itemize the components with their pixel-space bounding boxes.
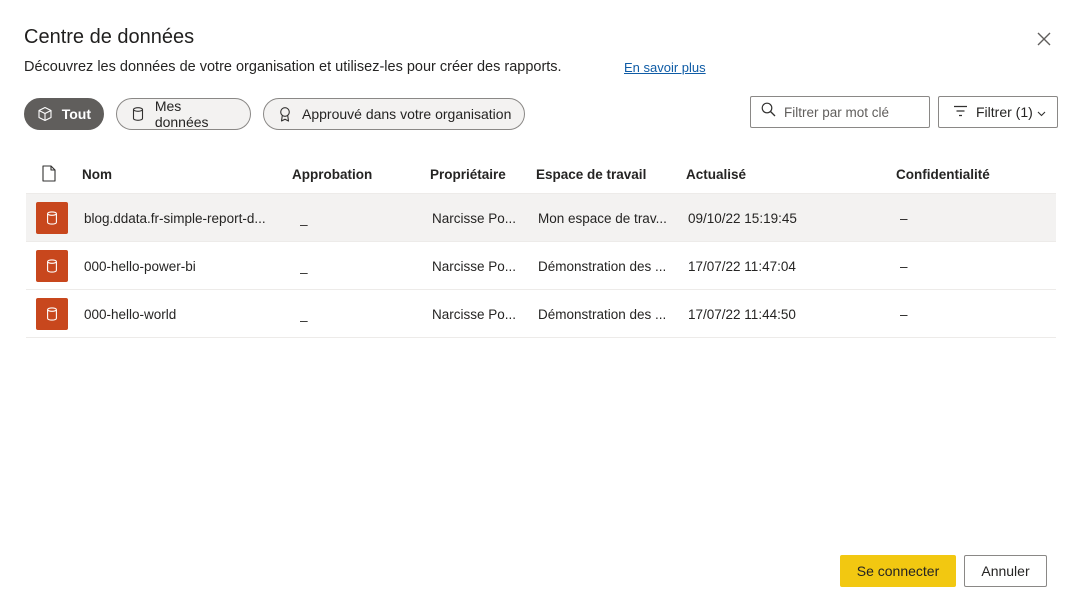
header-updated[interactable]: Actualisé: [686, 167, 746, 182]
row-name: 000-hello-power-bi: [84, 259, 196, 274]
filter-label: Filtrer (1): [976, 104, 1033, 120]
pill-my-data-label: Mes données: [154, 98, 209, 130]
filter-button[interactable]: Filtrer (1): [938, 96, 1058, 128]
row-name: blog.ddata.fr-simple-report-d...: [84, 211, 266, 226]
row-name: 000-hello-world: [84, 307, 177, 322]
datasets-table: Nom Approbation Propriétaire Espace de t…: [26, 154, 1056, 338]
row-updated: 17/07/22 11:47:04: [688, 259, 796, 274]
search-box[interactable]: [750, 96, 930, 128]
row-workspace: Démonstration des ...: [538, 307, 667, 322]
ribbon-icon: [276, 105, 294, 123]
row-owner: Narcisse Po...: [432, 211, 516, 226]
cancel-button[interactable]: Annuler: [964, 555, 1047, 587]
row-approval: _: [300, 307, 308, 322]
dialog-subtitle: Découvrez les données de votre organisat…: [24, 59, 562, 75]
dataset-icon: [36, 202, 68, 234]
table-row[interactable]: 000-hello-world _ Narcisse Po... Démonst…: [26, 290, 1056, 338]
row-workspace: Démonstration des ...: [538, 259, 667, 274]
row-sensitivity: –: [900, 307, 908, 322]
pill-approved[interactable]: Approuvé dans votre organisation: [263, 98, 525, 130]
dataset-icon: [36, 298, 68, 330]
header-sensitivity[interactable]: Confidentialité: [896, 167, 990, 182]
row-sensitivity: –: [900, 211, 908, 226]
header-name[interactable]: Nom: [82, 167, 112, 182]
chevron-down-icon: [1037, 104, 1046, 120]
header-workspace[interactable]: Espace de travail: [536, 167, 646, 182]
table-row[interactable]: blog.ddata.fr-simple-report-d... _ Narci…: [26, 194, 1056, 242]
pill-my-data[interactable]: Mes données: [116, 98, 251, 130]
row-approval: _: [300, 259, 308, 274]
row-workspace: Mon espace de trav...: [538, 211, 667, 226]
learn-more-link[interactable]: En savoir plus: [624, 60, 706, 75]
search-icon: [761, 102, 776, 122]
row-approval: _: [300, 211, 308, 226]
connect-button[interactable]: Se connecter: [840, 555, 956, 587]
row-owner: Narcisse Po...: [432, 307, 516, 322]
header-owner[interactable]: Propriétaire: [430, 167, 506, 182]
search-input[interactable]: [784, 104, 924, 120]
table-row[interactable]: 000-hello-power-bi _ Narcisse Po... Démo…: [26, 242, 1056, 290]
row-updated: 17/07/22 11:44:50: [688, 307, 796, 322]
database-icon: [129, 105, 147, 123]
close-icon: [1037, 32, 1051, 46]
file-icon: [42, 165, 56, 185]
header-approval[interactable]: Approbation: [292, 167, 372, 182]
cube-icon: [37, 105, 54, 123]
dataset-icon: [36, 250, 68, 282]
row-owner: Narcisse Po...: [432, 259, 516, 274]
close-button[interactable]: [1032, 27, 1056, 51]
data-hub-dialog: Centre de données Découvrez les données …: [0, 0, 1082, 611]
pill-all-label: Tout: [61, 106, 91, 122]
row-updated: 09/10/22 15:19:45: [688, 211, 797, 226]
pill-approved-label: Approuvé dans votre organisation: [302, 106, 512, 122]
row-sensitivity: –: [900, 259, 908, 274]
pill-all[interactable]: Tout: [24, 98, 104, 130]
dialog-title: Centre de données: [24, 26, 195, 48]
table-header: Nom Approbation Propriétaire Espace de t…: [26, 154, 1056, 194]
filter-icon: [953, 104, 968, 120]
